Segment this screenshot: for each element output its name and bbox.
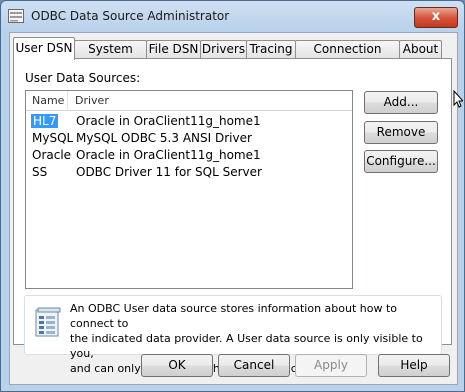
list-item-driver: MySQL ODBC 5.3 ANSI Driver bbox=[76, 131, 252, 145]
tab-tracing[interactable]: Tracing bbox=[246, 40, 296, 59]
help-button[interactable]: Help bbox=[378, 354, 450, 377]
column-driver-header[interactable]: Driver bbox=[75, 94, 109, 107]
data-source-list[interactable]: Name Driver HL7 Oracle in OraClient11g_h… bbox=[25, 90, 353, 289]
list-item[interactable]: HL7 Oracle in OraClient11g_home1 bbox=[26, 113, 352, 130]
window-title: ODBC Data Source Administrator bbox=[31, 9, 230, 23]
list-item-name: HL7 bbox=[31, 114, 59, 128]
remove-button[interactable]: Remove bbox=[364, 121, 438, 144]
user-dsn-panel: User Data Sources: Name Driver HL7 Oracl… bbox=[13, 58, 452, 375]
title-bar[interactable]: ODBC Data Source Administrator x bbox=[1, 1, 464, 33]
configure-button[interactable]: Configure... bbox=[364, 150, 438, 173]
list-header: Name Driver bbox=[26, 91, 352, 111]
list-item[interactable]: SS ODBC Driver 11 for SQL Server bbox=[26, 164, 352, 181]
info-line: An ODBC User data source stores informat… bbox=[70, 302, 398, 330]
tab-user-dsn[interactable]: User DSN bbox=[13, 37, 75, 60]
list-item-name: SS bbox=[32, 165, 48, 179]
mouse-cursor-icon bbox=[453, 90, 463, 108]
tab-system-dsn[interactable]: System DSN bbox=[74, 40, 147, 73]
list-item-name: MySQL bbox=[32, 131, 74, 145]
odbc-app-icon bbox=[8, 9, 24, 23]
info-box: An ODBC User data source stores informat… bbox=[24, 295, 442, 375]
tab-drivers[interactable]: Drivers bbox=[200, 40, 247, 59]
list-item-driver: ODBC Driver 11 for SQL Server bbox=[76, 165, 262, 179]
column-divider[interactable] bbox=[67, 91, 68, 110]
cancel-button[interactable]: Cancel bbox=[218, 354, 290, 377]
add-button[interactable]: Add... bbox=[364, 91, 438, 114]
list-item-driver: Oracle in OraClient11g_home1 bbox=[76, 114, 261, 128]
data-source-icon bbox=[35, 307, 61, 337]
list-item-name: Oracle bbox=[32, 148, 72, 162]
user-data-sources-label: User Data Sources: bbox=[25, 71, 141, 85]
list-item[interactable]: MySQL MySQL ODBC 5.3 ANSI Driver bbox=[26, 130, 352, 147]
tab-connection-pooling[interactable]: Connection Pooling bbox=[295, 40, 400, 73]
column-name-header[interactable]: Name bbox=[32, 94, 64, 107]
odbc-window: ODBC Data Source Administrator x User DS… bbox=[0, 0, 465, 392]
close-icon: x bbox=[431, 9, 441, 24]
dialog-client: User DSN System DSN File DSN Drivers Tra… bbox=[9, 32, 458, 385]
ok-button[interactable]: OK bbox=[141, 354, 213, 377]
tab-file-dsn[interactable]: File DSN bbox=[146, 40, 201, 59]
list-item-driver: Oracle in OraClient11g_home1 bbox=[76, 148, 261, 162]
tab-about[interactable]: About bbox=[399, 40, 442, 59]
list-item[interactable]: Oracle Oracle in OraClient11g_home1 bbox=[26, 147, 352, 164]
close-button[interactable]: x bbox=[414, 7, 458, 28]
apply-button[interactable]: Apply bbox=[295, 354, 367, 377]
